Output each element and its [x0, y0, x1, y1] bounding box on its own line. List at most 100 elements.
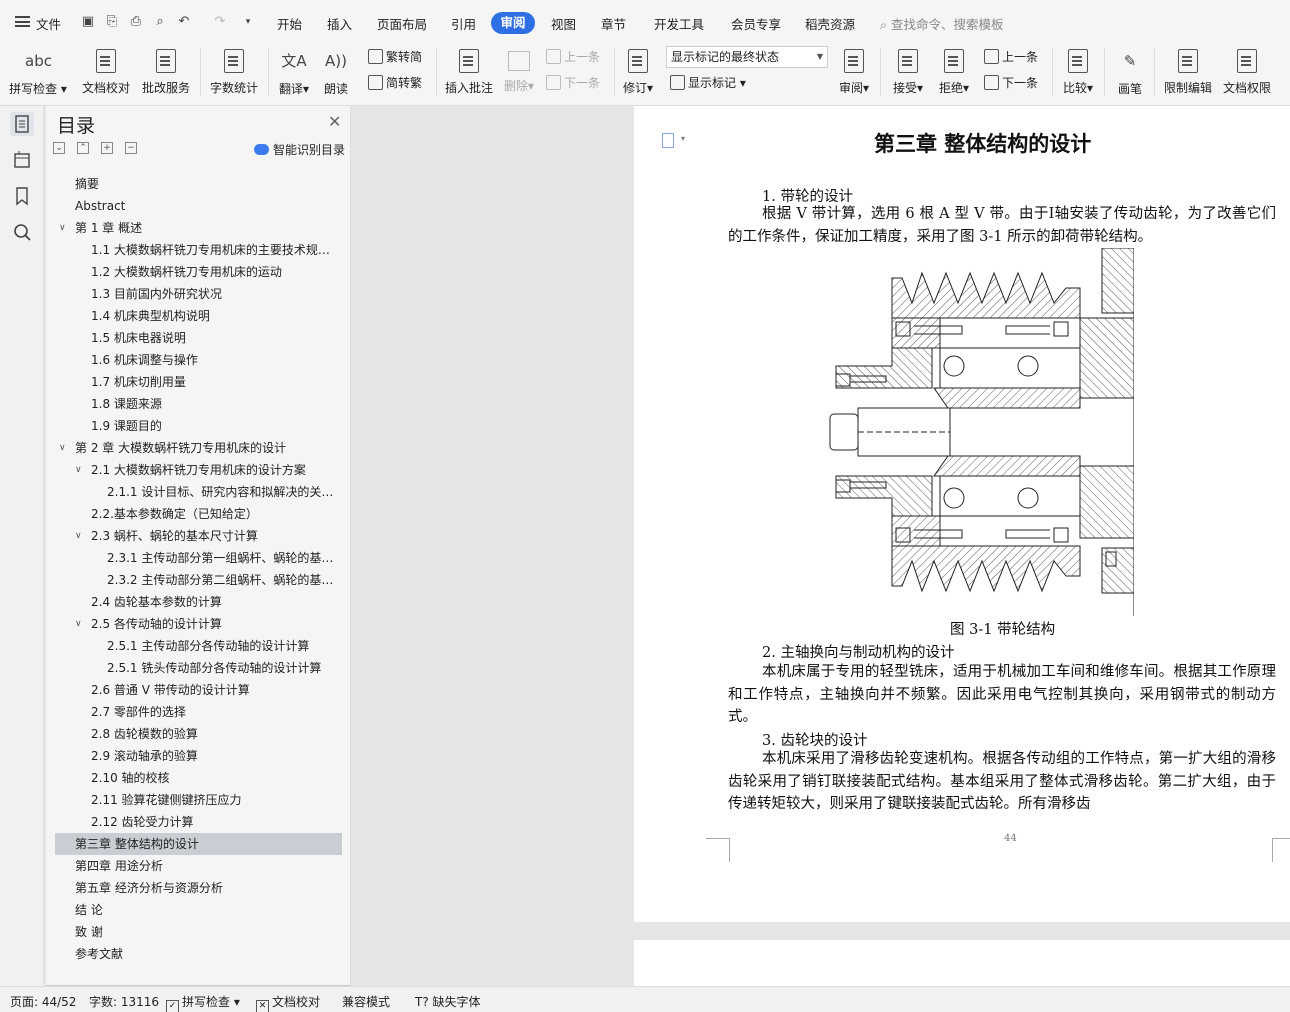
toc-item[interactable]: 1.4 机床典型机构说明: [55, 305, 342, 327]
toc-item[interactable]: 2.7 零部件的选择: [55, 701, 342, 723]
traditional-to-simplified-button[interactable]: 繁转简: [368, 47, 422, 67]
toc-item[interactable]: 1.2 大模数蜗杆铣刀专用机床的运动: [55, 261, 342, 283]
tab-sections[interactable]: 章节: [601, 14, 626, 33]
next-comment-button[interactable]: 下一条: [546, 73, 600, 93]
save-icon[interactable]: ▣: [80, 14, 96, 30]
tab-home[interactable]: 开始: [277, 14, 302, 33]
tab-page-layout[interactable]: 页面布局: [377, 14, 427, 33]
toc-item[interactable]: 1.7 机床切削用量: [55, 371, 342, 393]
tab-developer[interactable]: 开发工具: [654, 14, 704, 33]
toc-item[interactable]: 2.5.1 铣头传动部分各传动轴的设计计算: [55, 657, 342, 679]
insert-comment-button[interactable]: 插入批注: [442, 48, 496, 102]
toc-item[interactable]: 1.6 机床调整与操作: [55, 349, 342, 371]
toc-item[interactable]: 第四章 用途分析: [55, 855, 342, 877]
toc-item[interactable]: 2.3.1 主传动部分第一组蜗杆、蜗轮的基…: [55, 547, 342, 569]
toc-item[interactable]: Abstract: [55, 195, 342, 217]
bookmark-icon[interactable]: [10, 184, 34, 208]
toc-item[interactable]: 结 论: [55, 899, 342, 921]
tab-view[interactable]: 视图: [551, 14, 576, 33]
tab-insert[interactable]: 插入: [327, 14, 352, 33]
toc-item[interactable]: ∨ 2.1 大模数蜗杆铣刀专用机床的设计方案: [55, 459, 342, 481]
spell-check-button[interactable]: abc 拼写检查 ▾: [8, 48, 68, 102]
toc-item[interactable]: 2.6 普通 V 带传动的设计计算: [55, 679, 342, 701]
toc-item[interactable]: ∨ 第 2 章 大模数蜗杆铣刀专用机床的设计: [55, 437, 342, 459]
toc-item[interactable]: 2.11 验算花键侧键挤压应力: [55, 789, 342, 811]
document-canvas[interactable]: ▾ 第三章 整体结构的设计 1. 带轮的设计 根据 V 带计算，选用 6 根 A…: [352, 106, 1290, 986]
customize-quick-access-icon[interactable]: ▾: [240, 14, 256, 30]
tab-docer-resources[interactable]: 稻壳资源: [805, 14, 855, 33]
toc-item[interactable]: 2.5.1 主传动部分各传动轴的设计计算: [55, 635, 342, 657]
chevron-down-icon[interactable]: ∨: [75, 459, 82, 481]
chevron-down-icon[interactable]: ∨: [59, 437, 66, 459]
compare-button[interactable]: 比较▾: [1058, 48, 1098, 102]
toc-item[interactable]: 1.3 目前国内外研究状况: [55, 283, 342, 305]
toc-item[interactable]: 1.1 大模数蜗杆铣刀专用机床的主要技术规…: [55, 239, 342, 261]
restrict-editing-button[interactable]: 限制编辑: [1160, 48, 1216, 102]
read-aloud-button[interactable]: A)) 朗读: [318, 48, 354, 102]
chevron-down-icon[interactable]: ▾: [681, 134, 685, 143]
toc-item[interactable]: 1.8 课题来源: [55, 393, 342, 415]
previous-change-button[interactable]: 上一条: [984, 47, 1038, 67]
command-search[interactable]: ⌕ 查找命令、搜索模板: [880, 14, 1004, 33]
previous-comment-button[interactable]: 上一条: [546, 47, 600, 67]
missing-font-indicator[interactable]: T? 缺失字体: [415, 993, 481, 1010]
review-pane-button[interactable]: 审阅▾: [834, 48, 874, 102]
toc-item[interactable]: 1.5 机床电器说明: [55, 327, 342, 349]
review-service-button[interactable]: 批改服务: [138, 48, 194, 102]
simplified-to-traditional-button[interactable]: 简转繁: [368, 73, 422, 93]
print-preview-icon[interactable]: ⌕: [152, 14, 168, 30]
navigation-pane-icon[interactable]: [10, 148, 34, 172]
next-document-page[interactable]: [634, 940, 1290, 986]
chevron-down-icon[interactable]: ∨: [59, 217, 66, 239]
page-menu-icon[interactable]: [662, 133, 674, 148]
tab-member[interactable]: 会员专享: [731, 14, 781, 33]
translate-button[interactable]: 文A 翻译▾: [274, 48, 314, 102]
toc-item[interactable]: 摘要: [55, 173, 342, 195]
toc-item[interactable]: 2.8 齿轮模数的验算: [55, 723, 342, 745]
toc-item[interactable]: 第五章 经济分析与资源分析: [55, 877, 342, 899]
redo-icon[interactable]: ↷: [212, 14, 228, 30]
toc-item[interactable]: ∨ 2.5 各传动轴的设计计算: [55, 613, 342, 635]
chevron-down-icon[interactable]: ∨: [75, 613, 82, 635]
document-proofread-button[interactable]: 文档校对: [78, 48, 134, 102]
toc-item[interactable]: 2.9 滚动轴承的验算: [55, 745, 342, 767]
print-icon[interactable]: ⎙: [128, 14, 144, 30]
toc-item[interactable]: 2.1.1 设计目标、研究内容和拟解决的关…: [55, 481, 342, 503]
word-count-indicator[interactable]: 字数: 13116: [89, 993, 159, 1010]
collapse-all-icon[interactable]: ⌄: [53, 142, 65, 154]
tab-references[interactable]: 引用: [451, 14, 476, 33]
toc-item[interactable]: 2.10 轴的校核: [55, 767, 342, 789]
next-change-button[interactable]: 下一条: [984, 73, 1038, 93]
toc-item[interactable]: 第三章 整体结构的设计: [55, 833, 342, 855]
delete-comment-button[interactable]: 删除▾: [500, 48, 538, 102]
add-heading-icon[interactable]: +: [101, 142, 113, 154]
toc-item[interactable]: 2.4 齿轮基本参数的计算: [55, 591, 342, 613]
word-count-button[interactable]: 字数统计: [206, 48, 262, 102]
toc-item[interactable]: ∨ 第 1 章 概述: [55, 217, 342, 239]
show-markup-button[interactable]: 显示标记 ▾: [670, 73, 746, 93]
undo-icon[interactable]: ↶: [176, 14, 192, 30]
status-spell-check[interactable]: ✓ 拼写检查 ▾: [166, 993, 240, 1012]
file-menu[interactable]: 文件: [36, 14, 61, 33]
document-permission-button[interactable]: 文档权限: [1220, 48, 1274, 102]
page-indicator[interactable]: 页面: 44/52: [10, 993, 76, 1010]
toc-item[interactable]: 参考文献: [55, 943, 342, 965]
tab-review[interactable]: 审阅: [491, 12, 535, 34]
toc-view-icon[interactable]: [10, 112, 34, 136]
document-page[interactable]: ▾ 第三章 整体结构的设计 1. 带轮的设计 根据 V 带计算，选用 6 根 A…: [634, 106, 1290, 922]
toc-item[interactable]: 2.2.基本参数确定（已知给定）: [55, 503, 342, 525]
markup-mode-select[interactable]: 显示标记的最终状态 ▼: [666, 46, 828, 68]
toc-item[interactable]: ∨ 2.3 蜗杆、蜗轮的基本尺寸计算: [55, 525, 342, 547]
toc-item[interactable]: 致 谢: [55, 921, 342, 943]
smart-toc-button[interactable]: 智能识别目录: [254, 141, 345, 158]
find-icon[interactable]: [10, 220, 34, 244]
toc-item[interactable]: 1.9 课题目的: [55, 415, 342, 437]
toc-item[interactable]: 2.3.2 主传动部分第二组蜗杆、蜗轮的基…: [55, 569, 342, 591]
status-proofread[interactable]: ✕ 文档校对: [256, 993, 320, 1012]
track-changes-button[interactable]: 修订▾: [620, 48, 656, 102]
export-pdf-icon[interactable]: ⎘: [104, 14, 120, 30]
expand-level-icon[interactable]: ⌃: [77, 142, 89, 154]
chevron-down-icon[interactable]: ∨: [75, 525, 82, 547]
reject-button[interactable]: 拒绝▾: [934, 48, 974, 102]
accept-button[interactable]: 接受▾: [888, 48, 928, 102]
